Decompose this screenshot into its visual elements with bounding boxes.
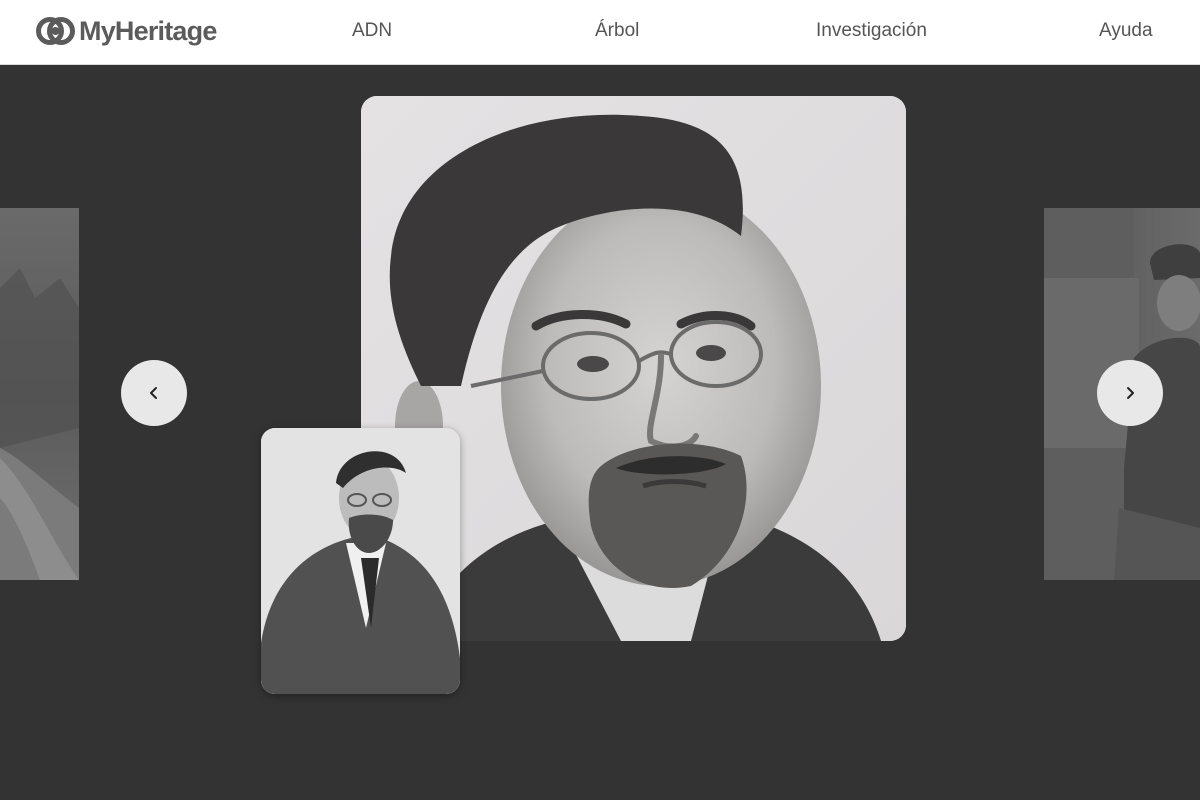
previous-slide-photo[interactable] xyxy=(0,208,79,580)
chevron-left-icon xyxy=(150,387,157,399)
nav-investigacion[interactable]: Investigación xyxy=(816,20,927,42)
myheritage-logo[interactable]: MyHeritage xyxy=(36,14,217,48)
photo-carousel xyxy=(0,65,1200,800)
chevron-right-icon xyxy=(1127,387,1134,399)
original-photo-thumbnail xyxy=(261,428,460,694)
logo-wordmark: MyHeritage xyxy=(79,15,217,46)
nav-ayuda[interactable]: Ayuda xyxy=(1099,20,1153,42)
nav-adn[interactable]: ADN xyxy=(352,20,392,42)
next-button[interactable] xyxy=(1097,360,1163,426)
top-header: MyHeritage ADN Árbol Investigación Ayuda xyxy=(0,0,1200,65)
nav-arbol[interactable]: Árbol xyxy=(595,20,639,42)
myheritage-logo-icon xyxy=(36,17,75,45)
previous-button[interactable] xyxy=(121,360,187,426)
